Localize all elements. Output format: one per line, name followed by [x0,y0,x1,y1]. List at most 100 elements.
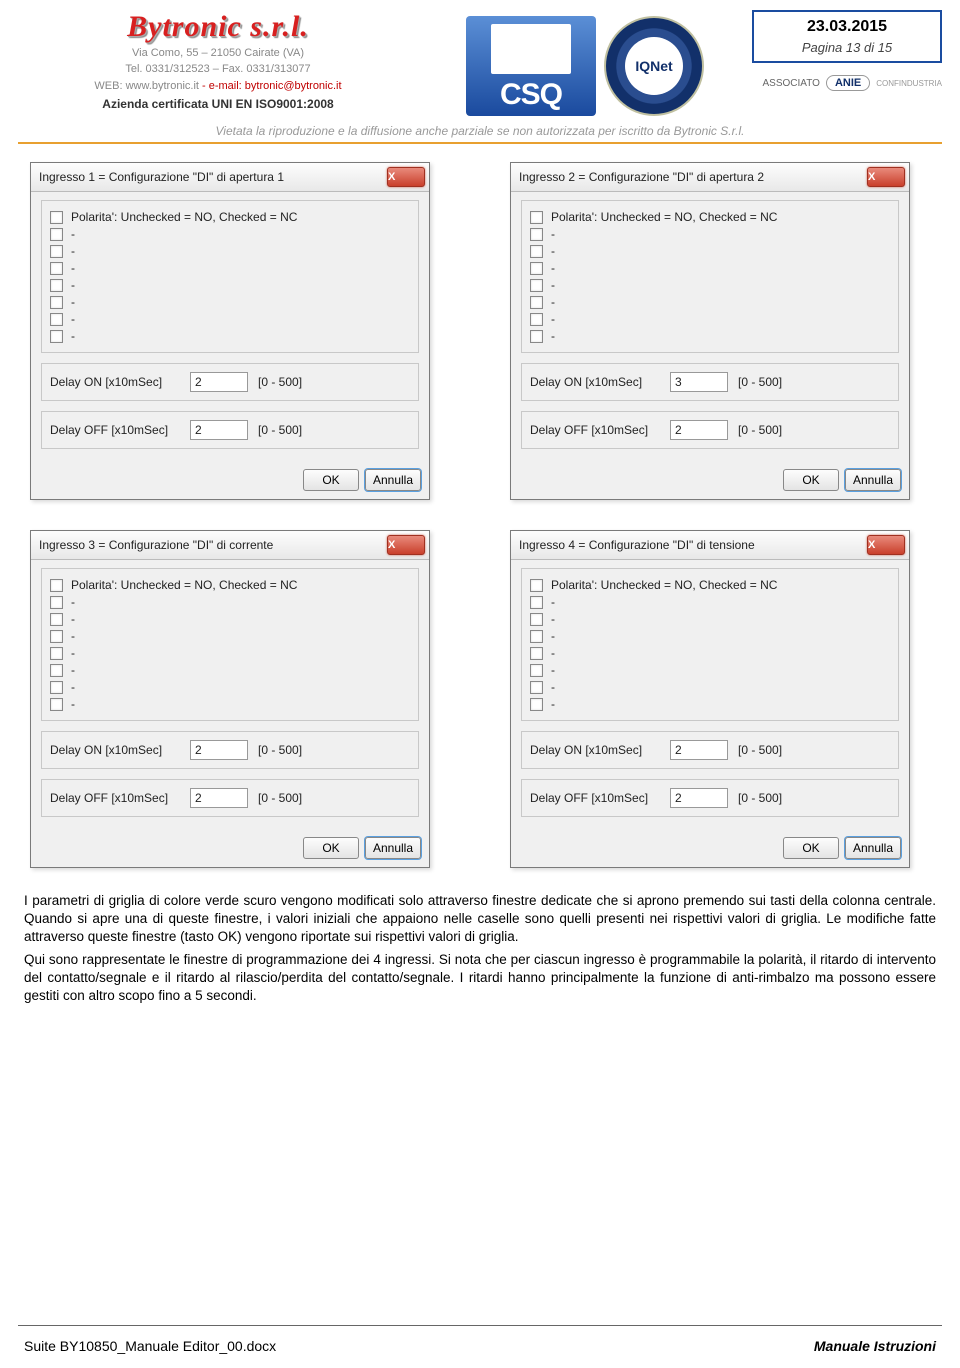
option-label: - [71,244,75,258]
close-button[interactable]: X [867,535,905,555]
option-label: - [551,261,555,275]
delay-on-input[interactable]: 2 [670,740,728,760]
close-icon: X [388,539,424,551]
close-button[interactable]: X [867,167,905,187]
polarity-label: Polarita': Unchecked = NO, Checked = NC [551,210,777,224]
delay-on-label: Delay ON [x10mSec] [530,375,660,389]
checkbox-group: Polarita': Unchecked = NO, Checked = NC-… [521,568,899,721]
delay-on-input[interactable]: 2 [190,740,248,760]
cancel-button[interactable]: Annulla [845,837,901,859]
option-checkbox[interactable] [50,313,63,326]
option-label: - [71,595,75,609]
cancel-button[interactable]: Annulla [365,837,421,859]
option-checkbox[interactable] [530,613,543,626]
dialog-ingresso-2: Ingresso 2 = Configurazione "DI" di aper… [510,162,910,500]
close-button[interactable]: X [387,167,425,187]
polarity-checkbox[interactable] [50,579,63,592]
body-paragraph-1: I parametri di griglia di colore verde s… [24,892,936,947]
cancel-button[interactable]: Annulla [845,469,901,491]
option-checkbox[interactable] [530,313,543,326]
delay-on-range: [0 - 500] [738,375,782,389]
option-checkbox[interactable] [50,613,63,626]
option-checkbox[interactable] [530,647,543,660]
option-label: - [551,697,555,711]
checkbox-group: Polarita': Unchecked = NO, Checked = NC-… [41,200,419,353]
delay-off-range: [0 - 500] [738,423,782,437]
polarity-label: Polarita': Unchecked = NO, Checked = NC [71,578,297,592]
delay-on-label: Delay ON [x10mSec] [530,743,660,757]
option-checkbox[interactable] [530,698,543,711]
dialog-title-text: Ingresso 2 = Configurazione "DI" di aper… [519,170,867,184]
option-label: - [551,244,555,258]
close-button[interactable]: X [387,535,425,555]
option-checkbox[interactable] [50,698,63,711]
checkbox-group: Polarita': Unchecked = NO, Checked = NC -… [41,568,419,721]
option-checkbox[interactable] [50,681,63,694]
option-checkbox[interactable] [50,296,63,309]
option-checkbox[interactable] [50,664,63,677]
option-checkbox[interactable] [50,279,63,292]
dialog-titlebar: Ingresso 2 = Configurazione "DI" di aper… [511,163,909,192]
option-label: - [71,312,75,326]
option-checkbox[interactable] [530,279,543,292]
option-checkbox[interactable] [530,228,543,241]
delay-off-group: Delay OFF [x10mSec]2[0 - 500] [521,411,899,449]
option-label: - [71,295,75,309]
option-checkbox[interactable] [530,630,543,643]
delay-on-range: [0 - 500] [258,743,302,757]
delay-off-group: Delay OFF [x10mSec]2[0 - 500] [521,779,899,817]
delay-off-input[interactable]: 2 [190,420,248,440]
delay-off-input[interactable]: 2 [670,420,728,440]
option-checkbox[interactable] [50,330,63,343]
option-checkbox[interactable] [530,664,543,677]
option-checkbox[interactable] [50,596,63,609]
close-icon: X [868,171,904,183]
option-checkbox[interactable] [50,647,63,660]
ok-button[interactable]: OK [303,837,359,859]
option-checkbox[interactable] [50,245,63,258]
delay-off-label: Delay OFF [x10mSec] [50,423,180,437]
option-label: - [71,227,75,241]
delay-off-group: Delay OFF [x10mSec]2[0 - 500] [41,779,419,817]
option-label: - [551,629,555,643]
delay-on-input[interactable]: 2 [190,372,248,392]
delay-off-input[interactable]: 2 [190,788,248,808]
cancel-button[interactable]: Annulla [365,469,421,491]
polarity-checkbox[interactable] [50,211,63,224]
checkbox-group: Polarita': Unchecked = NO, Checked = NC -… [521,200,899,353]
option-checkbox[interactable] [50,228,63,241]
option-label: - [551,312,555,326]
option-label: - [71,612,75,626]
delay-off-input[interactable]: 2 [670,788,728,808]
option-label: - [551,595,555,609]
delay-on-range: [0 - 500] [258,375,302,389]
polarity-checkbox[interactable] [530,579,543,592]
option-checkbox[interactable] [530,245,543,258]
option-checkbox[interactable] [530,681,543,694]
copyright-notice: Vietata la riproduzione e la diffusione … [18,124,942,138]
confindustria-logo: CONFINDUSTRIA [876,79,942,88]
option-checkbox[interactable] [50,630,63,643]
dialog-ingresso-1: Ingresso 1 = Configurazione "DI" di aper… [30,162,430,500]
option-label: - [551,680,555,694]
ok-button[interactable]: OK [783,469,839,491]
ok-button[interactable]: OK [303,469,359,491]
dialog-titlebar: Ingresso 3 = Configurazione "DI" di corr… [31,531,429,560]
polarity-checkbox[interactable] [530,211,543,224]
address-line-2: Tel. 0331/312523 – Fax. 0331/313077 [18,62,418,76]
page-number: Pagina 13 di 15 [762,40,932,55]
option-checkbox[interactable] [530,330,543,343]
option-label: - [71,646,75,660]
option-label: - [551,663,555,677]
option-checkbox[interactable] [50,262,63,275]
company-logo: Bytronic s.r.l. [18,10,418,44]
option-label: - [71,663,75,677]
ok-button[interactable]: OK [783,837,839,859]
delay-on-input[interactable]: 3 [670,372,728,392]
option-label: - [71,278,75,292]
close-icon: X [388,171,424,183]
option-checkbox[interactable] [530,296,543,309]
option-checkbox[interactable] [530,596,543,609]
delay-on-range: [0 - 500] [738,743,782,757]
option-checkbox[interactable] [530,262,543,275]
